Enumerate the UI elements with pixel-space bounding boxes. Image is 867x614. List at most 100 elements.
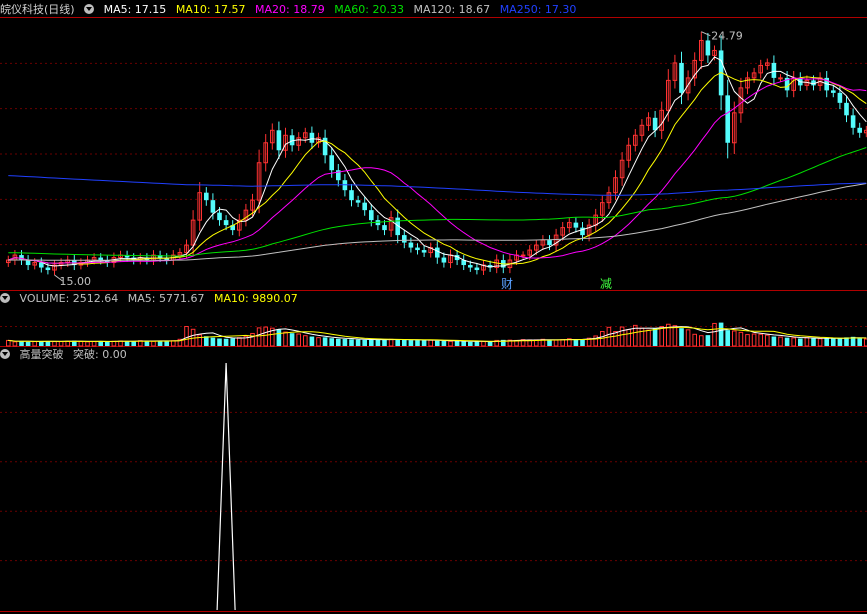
candle-body [850, 115, 856, 128]
kline-chart[interactable]: 24.79 15.00 财 减 [0, 0, 867, 614]
volume-bar [19, 341, 24, 346]
volume-bar [45, 341, 51, 346]
candlesticks [6, 31, 867, 276]
candle-body [520, 254, 526, 257]
volume-bar [481, 341, 486, 347]
volume-bar [798, 338, 803, 346]
candle-body [362, 202, 367, 211]
volume-bar [197, 334, 202, 347]
event-marker-reduce[interactable]: 减 [600, 277, 612, 291]
volume-bar [25, 341, 31, 346]
candle-body [857, 127, 862, 133]
candle-body [778, 77, 783, 80]
volume-bar [78, 341, 84, 347]
candle-body [309, 132, 315, 143]
candle-body [771, 62, 777, 78]
candle-body [369, 210, 374, 221]
volume-bar [791, 337, 797, 347]
candle-body [573, 222, 579, 228]
candle-body [441, 257, 447, 263]
volume-bar [349, 339, 354, 346]
volume-bar [316, 337, 321, 347]
candle-body [408, 242, 414, 248]
candle-body [276, 130, 282, 151]
volume-bar [718, 322, 724, 346]
annotations: 24.79 15.00 财 减 [54, 30, 743, 291]
volume-bar [124, 341, 130, 346]
volume-bar [382, 339, 387, 346]
volume-bar [375, 339, 381, 346]
volume-bar [619, 326, 625, 347]
candle-body [204, 192, 209, 201]
candle-body [45, 267, 51, 271]
candle-body [98, 257, 103, 261]
volume-bar [593, 335, 599, 347]
volume-bar [705, 335, 711, 346]
ma10-line [8, 72, 867, 265]
candle-body [837, 92, 843, 103]
volume-bar [369, 339, 374, 346]
volume-bar [487, 341, 493, 346]
volume-ma10-line [8, 326, 867, 342]
volume-bar [646, 329, 651, 347]
volume-bar [217, 338, 222, 346]
volume-bar [685, 329, 691, 347]
volume-bar [758, 333, 764, 347]
volume-bar [52, 341, 57, 347]
volume-bar [98, 341, 103, 346]
volume-bar [765, 334, 770, 347]
volume-bar [91, 341, 97, 347]
volume-bar [435, 340, 440, 346]
high-pointer [701, 31, 711, 37]
volume-bar [553, 339, 559, 347]
low-price-label: 15.00 [60, 275, 92, 288]
ma20-line [8, 77, 867, 264]
volume-bar [65, 340, 71, 347]
ma5-line [8, 56, 867, 268]
volume-bar [699, 335, 704, 347]
volume-bar [626, 329, 632, 347]
volume-bar [784, 337, 790, 346]
candle-body [725, 95, 730, 143]
volume-bar [804, 337, 810, 347]
volume-bar [32, 341, 38, 347]
volume-bar [461, 341, 466, 346]
volume-bar [474, 341, 480, 346]
high-price-label: 24.79 [711, 30, 743, 43]
volume-bar [692, 333, 698, 347]
volume-bar [289, 333, 295, 346]
volume-bar [184, 326, 189, 347]
volume-bar [355, 339, 361, 346]
volume-bar [210, 337, 216, 346]
volume-bar [659, 326, 665, 347]
volume-bar [388, 338, 394, 347]
event-marker-finance[interactable]: 财 [501, 277, 513, 291]
volume-bar [250, 332, 255, 347]
volume-bar [309, 336, 315, 346]
volume-bar [263, 326, 268, 347]
volume-bar [817, 338, 823, 347]
volume-bar [560, 339, 566, 347]
volume-bar [778, 336, 783, 347]
signal-spike [216, 362, 236, 611]
volume-bar [831, 338, 836, 346]
volume-ma5-line [8, 326, 867, 343]
volume-bar [336, 338, 341, 346]
volume-bar [6, 339, 11, 347]
ma250-line [8, 175, 867, 196]
volume-bar [395, 339, 400, 346]
volume-bar [342, 339, 348, 346]
candle-body [705, 40, 711, 56]
volume-bar [303, 335, 308, 347]
volume-bar [573, 339, 579, 346]
volume-bar [105, 341, 110, 346]
volume-bar [428, 339, 433, 347]
candle-body [355, 200, 361, 203]
volume-bar [415, 340, 420, 346]
volume-bar [362, 339, 367, 346]
volume-bar [732, 330, 737, 347]
candle-body [547, 240, 552, 246]
volume-bar [329, 338, 334, 346]
volume-bar [58, 341, 64, 347]
volume-bar [725, 330, 730, 346]
